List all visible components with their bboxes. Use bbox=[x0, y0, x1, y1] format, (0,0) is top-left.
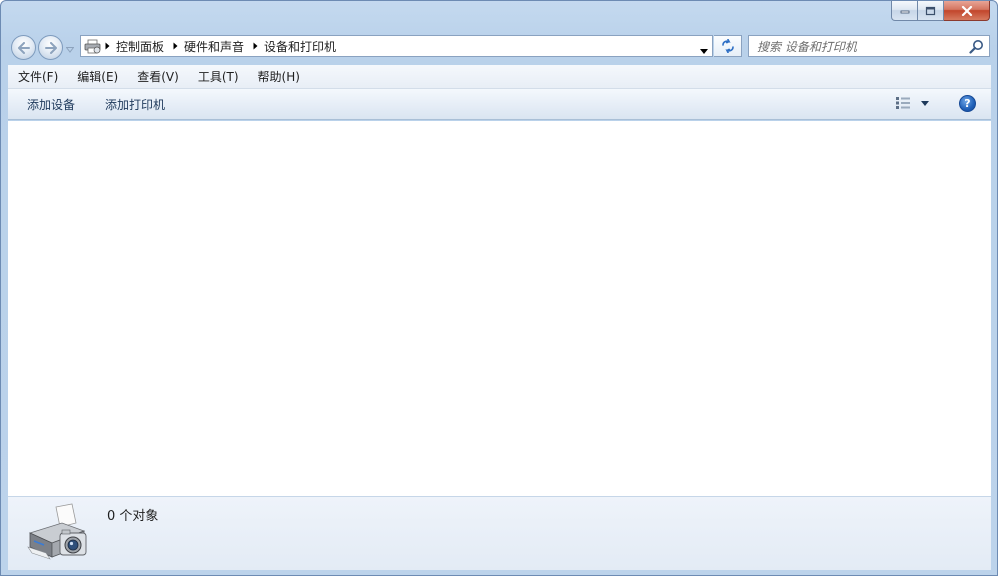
chevron-down-icon bbox=[65, 47, 75, 53]
devices-content-area[interactable] bbox=[8, 121, 991, 496]
chevron-down-icon bbox=[700, 49, 708, 54]
help-button[interactable]: ? bbox=[959, 95, 976, 112]
printer-folder-icon bbox=[83, 38, 101, 54]
chevron-right-icon bbox=[173, 42, 178, 50]
menu-file[interactable]: 文件(F) bbox=[8, 68, 67, 85]
breadcrumb-separator[interactable] bbox=[249, 42, 262, 50]
address-dropdown-button[interactable] bbox=[700, 43, 708, 57]
search-box[interactable]: 搜索 设备和打印机 bbox=[748, 35, 990, 57]
change-view-button[interactable] bbox=[895, 96, 929, 110]
explorer-window: 控制面板 硬件和声音 设备和打印机 搜索 设备和打印机 文件(F) 编辑(E) … bbox=[0, 0, 998, 576]
back-button[interactable] bbox=[11, 35, 36, 60]
navigation-bar: 控制面板 硬件和声音 设备和打印机 搜索 设备和打印机 bbox=[1, 31, 997, 61]
add-printer-button[interactable]: 添加打印机 bbox=[86, 96, 176, 113]
close-icon bbox=[961, 5, 972, 16]
menu-edit[interactable]: 编辑(E) bbox=[67, 68, 127, 85]
menu-help[interactable]: 帮助(H) bbox=[248, 68, 309, 85]
minimize-icon bbox=[900, 10, 909, 13]
refresh-button[interactable] bbox=[714, 35, 742, 57]
chevron-right-icon bbox=[105, 42, 110, 50]
maximize-icon bbox=[925, 6, 936, 15]
command-bar: 添加设备 添加打印机 ? bbox=[8, 89, 991, 120]
forward-button[interactable] bbox=[38, 35, 63, 60]
maximize-button[interactable] bbox=[918, 1, 944, 21]
chevron-down-icon bbox=[921, 100, 929, 106]
add-device-button[interactable]: 添加设备 bbox=[8, 96, 86, 113]
close-button[interactable] bbox=[944, 1, 990, 21]
menu-bar: 文件(F) 编辑(E) 查看(V) 工具(T) 帮助(H) bbox=[8, 65, 991, 89]
search-input[interactable]: 搜索 设备和打印机 bbox=[757, 38, 857, 55]
breadcrumb-separator[interactable] bbox=[169, 42, 182, 50]
forward-arrow-icon bbox=[44, 41, 57, 54]
printer-camera-icon bbox=[26, 503, 90, 568]
menu-tools[interactable]: 工具(T) bbox=[188, 68, 248, 85]
object-count: 0 个对象 bbox=[107, 509, 159, 524]
breadcrumb-hardware-sound[interactable]: 硬件和声音 bbox=[182, 38, 249, 55]
search-icon[interactable] bbox=[969, 39, 984, 57]
chevron-right-icon bbox=[253, 42, 258, 50]
back-arrow-icon bbox=[17, 41, 30, 54]
help-icon: ? bbox=[964, 97, 971, 110]
breadcrumb-control-panel[interactable]: 控制面板 bbox=[114, 38, 169, 55]
recent-pages-button[interactable] bbox=[65, 42, 75, 56]
breadcrumb-devices-printers[interactable]: 设备和打印机 bbox=[262, 38, 341, 55]
refresh-icon bbox=[721, 39, 734, 53]
caption-buttons bbox=[891, 1, 990, 21]
menu-view[interactable]: 查看(V) bbox=[127, 68, 188, 85]
view-options-icon bbox=[896, 97, 910, 109]
address-bar[interactable]: 控制面板 硬件和声音 设备和打印机 bbox=[80, 35, 713, 57]
minimize-button[interactable] bbox=[891, 1, 918, 21]
details-pane: 0 个对象 bbox=[8, 496, 991, 570]
breadcrumb-separator[interactable] bbox=[101, 42, 114, 50]
